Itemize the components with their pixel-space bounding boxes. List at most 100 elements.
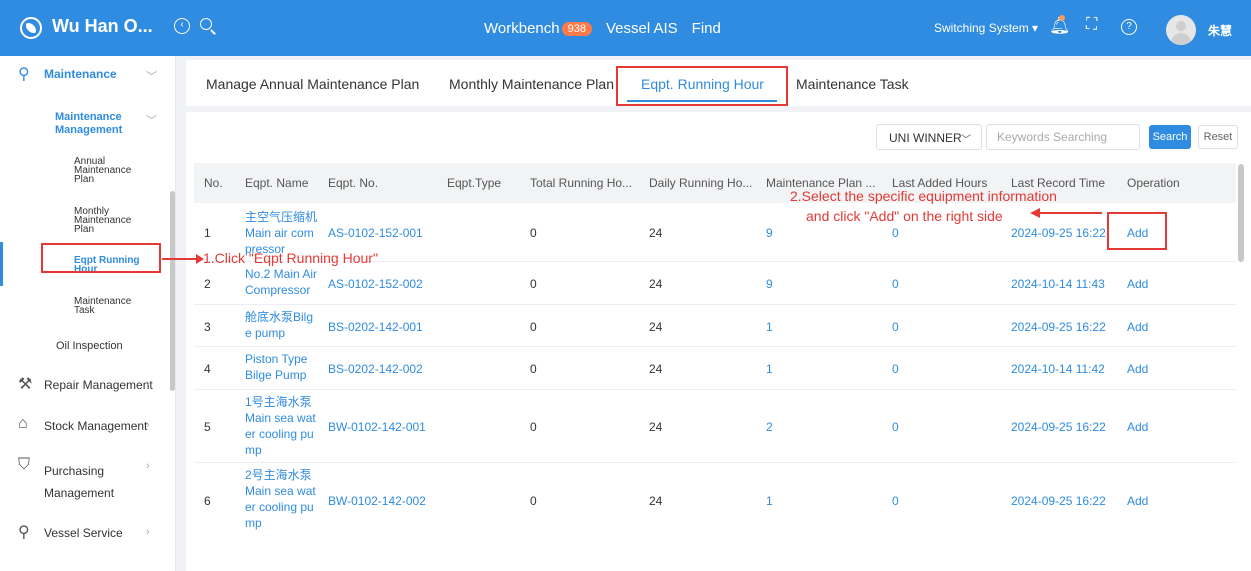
add-button[interactable]: Add [1127, 420, 1148, 434]
eqpt-no-link[interactable]: AS-0102-152-002 [328, 277, 423, 291]
cell-daily-hours: 24 [649, 420, 663, 434]
sidebar-label-line: Task [74, 305, 95, 316]
add-button[interactable]: Add [1127, 494, 1148, 508]
maintenance-icon: ⚲ [18, 66, 30, 83]
column-header: Daily Running Ho... [649, 176, 753, 190]
add-button[interactable]: Add [1127, 362, 1148, 376]
switching-system-dropdown[interactable]: Switching System ▾ [934, 21, 1038, 35]
reset-button[interactable]: Reset [1198, 125, 1238, 149]
name-line: Main sea wat [245, 411, 316, 425]
top-nav: Workbench 938 Vessel AIS Find [484, 20, 735, 37]
top-bar: Wu Han O... ‹ Workbench 938 Vessel AIS Fi… [0, 0, 1251, 56]
username[interactable]: 朱慧 [1208, 22, 1232, 39]
sidebar-item-repair-management[interactable]: Repair Management [44, 378, 153, 392]
name-line: 舱底水泵Bilg [245, 310, 314, 324]
main-content: UNI WINNER ﹀ Search Reset No. Eqpt. Name… [186, 112, 1251, 571]
sidebar-item-monthly-plan[interactable]: Monthly Maintenance Plan [74, 207, 131, 235]
table-row[interactable]: 4 Piston Type Bilge Pump BS-0202-142-002… [194, 347, 1236, 390]
sidebar-item-maintenance-management[interactable]: Maintenance Management [55, 111, 122, 137]
column-header: Total Running Ho... [530, 176, 633, 190]
sidebar-scrollbar[interactable] [170, 191, 175, 391]
active-indicator [0, 242, 3, 286]
eqpt-no-link[interactable]: BW-0102-142-001 [328, 420, 426, 434]
eqpt-name-link[interactable]: Piston Type Bilge Pump [245, 351, 321, 383]
last-added-link[interactable]: 0 [892, 494, 899, 508]
avatar[interactable] [1166, 15, 1196, 45]
table-row[interactable]: 6 2号主海水泵 Main sea wat er cooling pu mp B… [194, 463, 1236, 537]
sidebar-label-line: Plan [74, 174, 95, 185]
help-icon[interactable]: ? [1121, 19, 1137, 35]
maintenance-plan-link[interactable]: 1 [766, 320, 773, 334]
app-title[interactable]: Wu Han O... [52, 16, 153, 37]
table-row[interactable]: 5 1号主海水泵 Main sea wat er cooling pu mp B… [194, 390, 1236, 463]
name-line: mp [245, 516, 262, 530]
search-icon[interactable] [200, 18, 212, 30]
add-button[interactable]: Add [1127, 277, 1148, 291]
maintenance-plan-link[interactable]: 1 [766, 362, 773, 376]
sidebar-item-purchasing-management[interactable]: Purchasing Management [44, 460, 114, 504]
name-line: er cooling pu [245, 427, 314, 441]
cell-total-hours: 0 [530, 226, 537, 240]
company-select[interactable]: UNI WINNER ﹀ [876, 124, 982, 150]
cell-daily-hours: 24 [649, 226, 663, 240]
name-line: Main air com [245, 226, 314, 240]
cell-no: 4 [204, 362, 211, 376]
eqpt-name-link[interactable]: No.2 Main Air Compressor [245, 266, 321, 298]
vessel-service-icon: ⚲ [18, 524, 30, 541]
tab-monthly-plan[interactable]: Monthly Maintenance Plan [449, 76, 614, 92]
name-line: 1号主海水泵 [245, 395, 312, 409]
keywords-search-input[interactable] [986, 124, 1140, 150]
sidebar-item-stock-management[interactable]: Stock Management [44, 419, 147, 433]
column-header: Eqpt. No. [328, 176, 379, 190]
last-added-link[interactable]: 0 [892, 320, 899, 334]
nav-workbench[interactable]: Workbench 938 [484, 20, 592, 37]
highlight-sidebar-box [41, 243, 161, 273]
last-added-link[interactable]: 0 [892, 420, 899, 434]
eqpt-no-link[interactable]: BS-0202-142-002 [328, 362, 423, 376]
last-record-time: 2024-09-25 16:22 [1011, 420, 1106, 434]
nav-vessel-ais[interactable]: Vessel AIS [606, 20, 678, 37]
table-row[interactable]: 3 舱底水泵Bilg e pump BS-0202-142-001 0 24 1… [194, 305, 1236, 347]
cell-total-hours: 0 [530, 277, 537, 291]
sidebar-label-line: Purchasing [44, 464, 105, 478]
fullscreen-icon[interactable]: ⛶ [1086, 17, 1097, 33]
last-added-link[interactable]: 0 [892, 226, 899, 240]
sidebar-item-maintenance[interactable]: Maintenance [44, 67, 117, 81]
annotation-step-2-line-1: 2.Select the specific equipment informat… [790, 188, 1057, 204]
column-header: No. [204, 176, 223, 190]
home-icon: ⌂ [18, 415, 28, 432]
search-button[interactable]: Search [1149, 125, 1191, 149]
tab-maintenance-task[interactable]: Maintenance Task [796, 76, 909, 92]
company-select-value: UNI WINNER [889, 131, 962, 145]
eqpt-no-link[interactable]: BW-0102-142-002 [328, 494, 426, 508]
maintenance-plan-link[interactable]: 2 [766, 420, 773, 434]
sidebar-item-oil-inspection[interactable]: Oil Inspection [56, 340, 123, 352]
add-button[interactable]: Add [1127, 320, 1148, 334]
eqpt-name-link[interactable]: 1号主海水泵 Main sea wat er cooling pu mp [245, 394, 321, 458]
eqpt-name-link[interactable]: 2号主海水泵 Main sea wat er cooling pu mp [245, 467, 321, 531]
eqpt-name-link[interactable]: 舱底水泵Bilg e pump [245, 309, 321, 341]
maintenance-plan-link[interactable]: 9 [766, 277, 773, 291]
sidebar-item-annual-plan[interactable]: Annual Maintenance Plan [74, 157, 131, 185]
maintenance-plan-link[interactable]: 1 [766, 494, 773, 508]
column-header: Operation [1127, 176, 1180, 190]
nav-find[interactable]: Find [692, 20, 721, 37]
annotation-step-2-line-2: and click "Add" on the right side [806, 208, 1003, 224]
table-row[interactable]: 2 No.2 Main Air Compressor AS-0102-152-0… [194, 262, 1236, 305]
column-header: Eqpt. Name [245, 176, 309, 190]
last-added-link[interactable]: 0 [892, 277, 899, 291]
last-added-link[interactable]: 0 [892, 362, 899, 376]
last-record-time: 2024-10-14 11:42 [1011, 362, 1105, 376]
name-line: 2号主海水泵 [245, 468, 312, 482]
maintenance-plan-link[interactable]: 9 [766, 226, 773, 240]
eqpt-no-link[interactable]: AS-0102-152-001 [328, 226, 423, 240]
tab-annual-plan[interactable]: Manage Annual Maintenance Plan [206, 76, 419, 92]
cell-no: 1 [204, 226, 211, 240]
sidebar-item-vessel-service[interactable]: Vessel Service [44, 526, 123, 540]
table-scrollbar[interactable] [1238, 164, 1244, 262]
sidebar-item-maintenance-task[interactable]: Maintenance Task [74, 297, 131, 316]
eqpt-no-link[interactable]: BS-0202-142-001 [328, 320, 423, 334]
collapse-menu-icon[interactable]: ‹ [174, 18, 190, 34]
workbench-badge: 938 [561, 22, 592, 36]
name-line: Compressor [245, 283, 311, 297]
